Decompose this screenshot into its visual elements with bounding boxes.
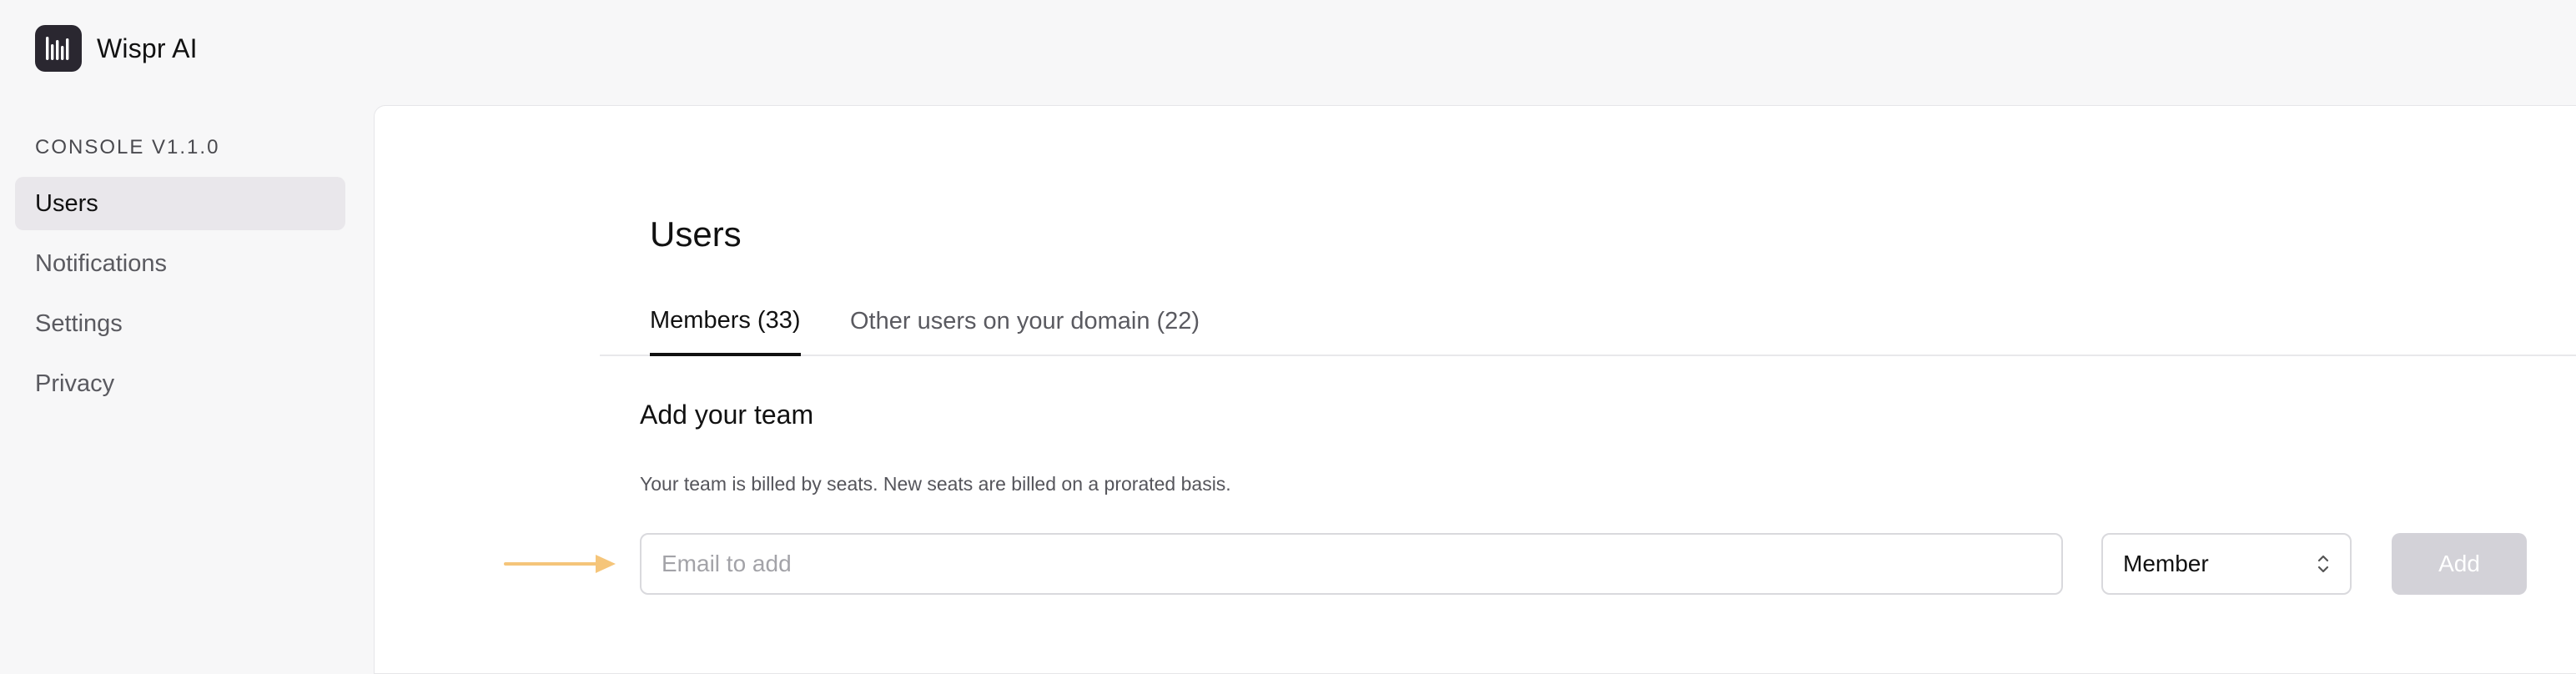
sidebar-item-label: Privacy (35, 370, 115, 397)
sidebar-item-label: Notifications (35, 249, 167, 277)
sidebar-item-label: Settings (35, 309, 123, 337)
sidebar-item-users[interactable]: Users (15, 177, 345, 230)
sidebar-item-notifications[interactable]: Notifications (15, 237, 345, 290)
add-button[interactable]: Add (2392, 533, 2527, 595)
email-input[interactable] (640, 533, 2063, 595)
tab-members[interactable]: Members (33) (650, 288, 801, 356)
brand: Wispr AI (35, 25, 198, 72)
main-panel: Users Members (33) Other users on your d… (374, 105, 2576, 674)
sidebar-item-label: Users (35, 189, 98, 217)
right-arrow-icon (504, 552, 617, 580)
sidebar: CONSOLE V1.1.0 Users Notifications Setti… (15, 125, 345, 410)
chevron-up-down-icon (2317, 551, 2330, 576)
add-team-title: Add your team (640, 400, 814, 430)
brand-name: Wispr AI (97, 33, 198, 63)
role-select-value: Member (2123, 551, 2209, 576)
sidebar-item-privacy[interactable]: Privacy (15, 357, 345, 410)
tab-other-domain-users[interactable]: Other users on your domain (22) (850, 288, 1200, 355)
tab-bar: Members (33) Other users on your domain … (600, 288, 2576, 356)
tab-label: Members (33) (650, 306, 801, 334)
role-select[interactable]: Member (2101, 533, 2352, 595)
add-team-description: Your team is billed by seats. New seats … (640, 473, 1231, 495)
tab-label: Other users on your domain (22) (850, 307, 1200, 334)
console-version-label: CONSOLE V1.1.0 (35, 136, 220, 158)
equalizer-bars-icon (35, 25, 82, 72)
page-title: Users (650, 214, 742, 254)
sidebar-item-settings[interactable]: Settings (15, 297, 345, 350)
